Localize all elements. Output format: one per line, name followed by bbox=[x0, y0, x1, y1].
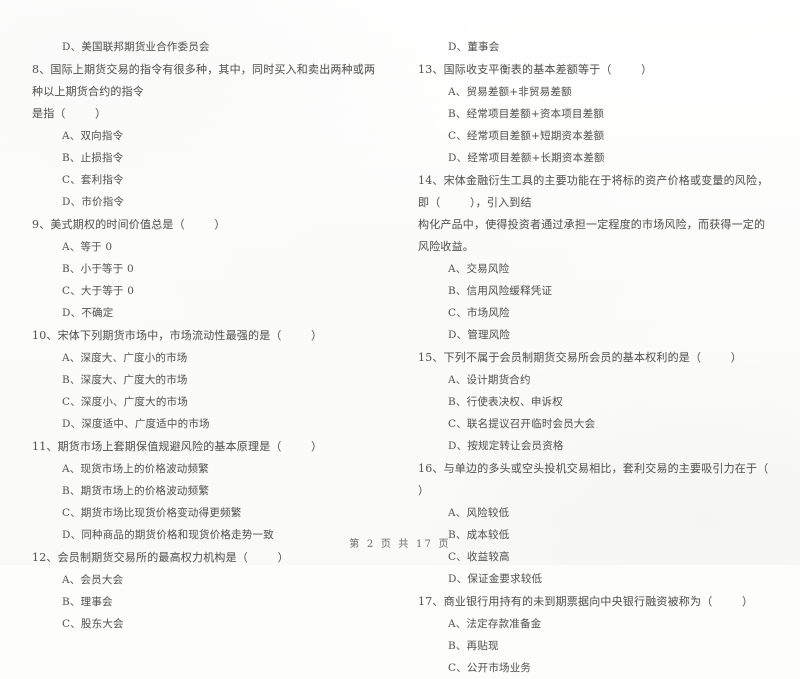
question-stem: 11、期货市场上套期保值规避风险的基本原理是（ ） bbox=[32, 440, 323, 453]
left-column: D、美国联邦期货业合作委员会 8、国际上期货交易的指令有很多种，其中，同时买入和卖… bbox=[28, 36, 386, 630]
answer-option[interactable]: A、现货市场上的价格波动频繁 bbox=[28, 458, 386, 480]
question-block: 14、宋体金融衍生工具的主要功能在于将标的资产价格或变量的风险，即（ ），引入到… bbox=[414, 170, 772, 346]
answer-option[interactable]: C、股东大会 bbox=[28, 613, 386, 635]
answer-option[interactable]: B、经常项目差额+资本项目差额 bbox=[414, 103, 772, 125]
answer-option[interactable]: A、设计期货合约 bbox=[414, 369, 772, 391]
answer-option[interactable]: B、小于等于 0 bbox=[28, 258, 386, 280]
answer-option[interactable]: D、按规定转让会员资格 bbox=[414, 435, 772, 457]
answer-option[interactable]: B、深度大、广度大的市场 bbox=[28, 369, 386, 391]
answer-option[interactable]: B、理事会 bbox=[28, 591, 386, 613]
answer-option[interactable]: A、等于 0 bbox=[28, 236, 386, 258]
page-footer: 第 2 页 共 17 页 bbox=[0, 532, 800, 551]
answer-option[interactable]: D、深度适中、广度适中的市场 bbox=[28, 413, 386, 435]
answer-option[interactable]: D、市价指令 bbox=[28, 191, 386, 213]
answer-option[interactable]: D、管理风险 bbox=[414, 324, 772, 346]
question-stem: 10、宋体下列期货市场中，市场流动性最强的是（ ） bbox=[32, 329, 323, 342]
right-column: D、董事会 13、国际收支平衡表的基本差额等于（ ） A、贸易差额+非贸易差额 B、经… bbox=[414, 36, 772, 674]
answer-option[interactable]: C、期货市场比现货价格变动得更频繁 bbox=[28, 502, 386, 524]
answer-option[interactable]: A、法定存款准备金 bbox=[414, 613, 772, 635]
orphan-option-block: D、董事会 bbox=[414, 36, 772, 58]
answer-option[interactable]: D、经常项目差额+长期资本差额 bbox=[414, 147, 772, 169]
answer-option[interactable]: A、会员大会 bbox=[28, 569, 386, 591]
two-column-layout: D、美国联邦期货业合作委员会 8、国际上期货交易的指令有很多种，其中，同时买入和卖… bbox=[28, 36, 772, 674]
question-block: 13、国际收支平衡表的基本差额等于（ ） A、贸易差额+非贸易差额 B、经常项目差额… bbox=[414, 59, 772, 169]
answer-option[interactable]: B、止损指令 bbox=[28, 147, 386, 169]
answer-option[interactable]: B、信用风险缓释凭证 bbox=[414, 280, 772, 302]
question-block: 16、与单边的多头或空头投机交易相比，套利交易的主要吸引力在于（ ） A、风险较低… bbox=[414, 458, 772, 590]
question-stem: 14、宋体金融衍生工具的主要功能在于将标的资产价格或变量的风险，即（ ），引入到… bbox=[418, 174, 769, 209]
question-block: 11、期货市场上套期保值规避风险的基本原理是（ ） A、现货市场上的价格波动频繁 B… bbox=[28, 436, 386, 546]
answer-option[interactable]: B、期货市场上的价格波动频繁 bbox=[28, 480, 386, 502]
question-stem: 15、下列不属于会员制期货交易所会员的基本权利的是（ ） bbox=[418, 351, 742, 364]
answer-option[interactable]: B、再贴现 bbox=[414, 635, 772, 657]
question-stem: 17、商业银行用持有的未到期票据向中央银行融资被称为（ ） bbox=[418, 595, 754, 608]
answer-option[interactable]: C、深度小、广度大的市场 bbox=[28, 391, 386, 413]
page-number-label: 第 2 页 共 17 页 bbox=[349, 539, 451, 550]
answer-option[interactable]: C、经常项目差额+短期资本差额 bbox=[414, 125, 772, 147]
answer-option[interactable]: A、贸易差额+非贸易差额 bbox=[414, 81, 772, 103]
question-stem-continuation: 构化产品中，使得投资者通过承担一定程度的市场风险，而获得一定的风险收益。 bbox=[418, 218, 766, 253]
answer-option[interactable]: B、行使表决权、申诉权 bbox=[414, 391, 772, 413]
question-stem: 9、美式期权的时间价值总是（ ） bbox=[32, 218, 226, 231]
question-stem: 16、与单边的多头或空头投机交易相比，套利交易的主要吸引力在于（ ） bbox=[418, 462, 798, 497]
answer-option[interactable]: D、董事会 bbox=[414, 36, 772, 58]
question-block: 9、美式期权的时间价值总是（ ） A、等于 0 B、小于等于 0 C、大于等于 0 D、… bbox=[28, 214, 386, 324]
answer-option[interactable]: D、保证金要求较低 bbox=[414, 568, 772, 590]
answer-option[interactable]: C、套利指令 bbox=[28, 169, 386, 191]
answer-option[interactable]: C、公开市场业务 bbox=[414, 657, 772, 679]
answer-option[interactable]: C、市场风险 bbox=[414, 302, 772, 324]
question-stem-continuation: 是指（ ） bbox=[32, 107, 107, 120]
answer-option[interactable]: C、大于等于 0 bbox=[28, 280, 386, 302]
question-stem: 13、国际收支平衡表的基本差额等于（ ） bbox=[418, 63, 653, 76]
answer-option[interactable]: C、联名提议召开临时会员大会 bbox=[414, 413, 772, 435]
question-block: 8、国际上期货交易的指令有很多种，其中，同时买入和卖出两种或两种以上期货合约的指… bbox=[28, 59, 386, 213]
question-stem: 8、国际上期货交易的指令有很多种，其中，同时买入和卖出两种或两种以上期货合约的指… bbox=[32, 63, 376, 98]
answer-option[interactable]: A、深度大、广度小的市场 bbox=[28, 347, 386, 369]
answer-option[interactable]: A、风险较低 bbox=[414, 502, 772, 524]
question-block: 15、下列不属于会员制期货交易所会员的基本权利的是（ ） A、设计期货合约 B、行使… bbox=[414, 347, 772, 457]
exam-page: D、美国联邦期货业合作委员会 8、国际上期货交易的指令有很多种，其中，同时买入和卖… bbox=[0, 0, 800, 674]
question-block: 17、商业银行用持有的未到期票据向中央银行融资被称为（ ） A、法定存款准备金 B、… bbox=[414, 591, 772, 679]
question-block: 10、宋体下列期货市场中，市场流动性最强的是（ ） A、深度大、广度小的市场 B、深… bbox=[28, 325, 386, 435]
question-block: 12、会员制期货交易所的最高权力机构是（ ） A、会员大会 B、理事会 C、股东大会 bbox=[28, 547, 386, 635]
orphan-option-block: D、美国联邦期货业合作委员会 bbox=[28, 36, 386, 58]
answer-option[interactable]: D、美国联邦期货业合作委员会 bbox=[28, 36, 386, 58]
answer-option[interactable]: A、交易风险 bbox=[414, 258, 772, 280]
answer-option[interactable]: D、不确定 bbox=[28, 302, 386, 324]
answer-option[interactable]: A、双向指令 bbox=[28, 125, 386, 147]
